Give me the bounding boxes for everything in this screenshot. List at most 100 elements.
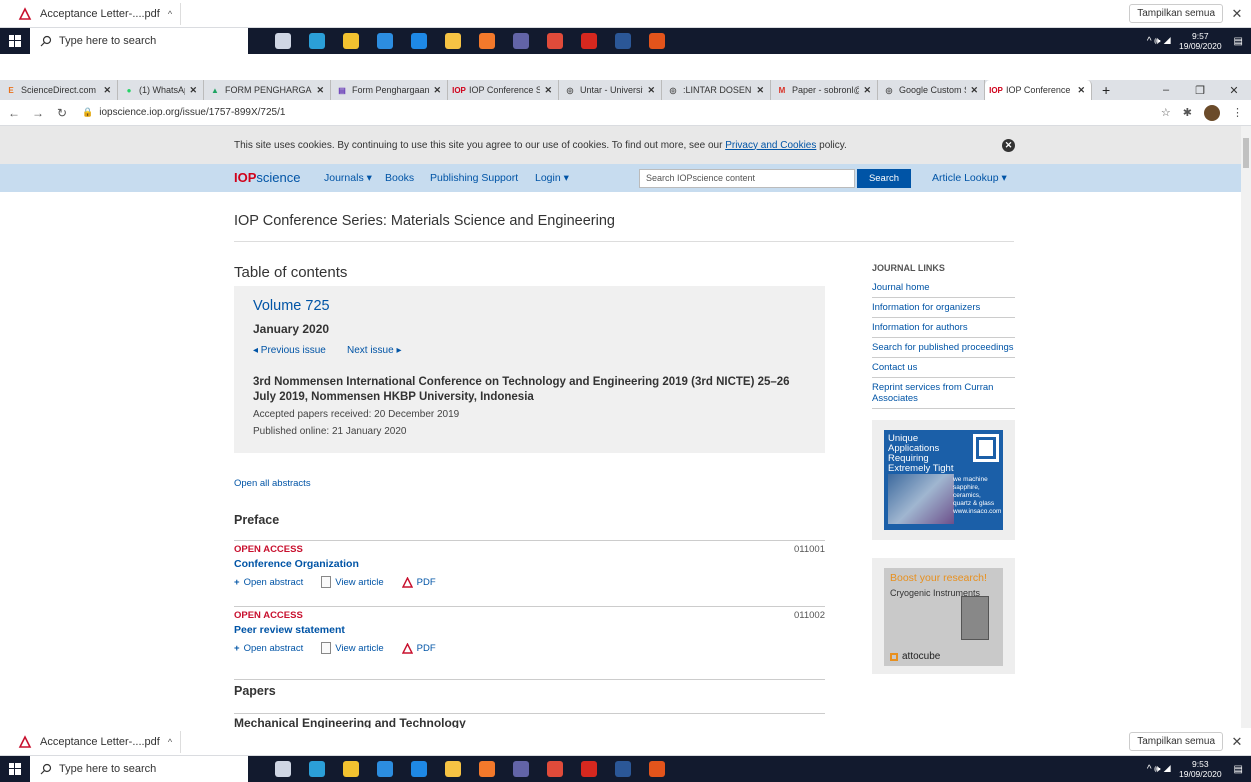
browser-tab[interactable]: IOPIOP Conference Se✕ — [448, 80, 559, 100]
close-tab-icon[interactable]: ✕ — [316, 85, 324, 96]
close-tab-icon[interactable]: ✕ — [863, 85, 871, 96]
firefox-icon[interactable] — [470, 28, 504, 54]
browser-tab[interactable]: ◎:LINTAR DOSEN: ✕ — [662, 80, 771, 100]
browser-tab[interactable]: M Paper - sobronl@f ✕ — [771, 80, 878, 100]
extensions-icon[interactable]: ✱ — [1183, 106, 1192, 119]
open-all-abstracts-link[interactable]: Open all abstracts — [234, 478, 311, 489]
restore-button[interactable]: ❐ — [1183, 84, 1217, 97]
scrollbar[interactable] — [1241, 126, 1251, 728]
taskbar-search-input[interactable]: Type here to search — [30, 756, 248, 782]
new-tab-button[interactable]: + — [1092, 80, 1120, 100]
windows-start-icon[interactable] — [0, 28, 30, 54]
task-view-icon[interactable] — [266, 28, 300, 54]
taskbar-search-input[interactable]: Type here to search — [30, 28, 248, 54]
close-window-button[interactable]: ✕ — [1217, 84, 1251, 97]
browser-tab[interactable]: ▤ Form Penghargaan ✕ — [331, 80, 448, 100]
nav-journals[interactable]: Journals ▾ — [324, 172, 372, 184]
close-icon[interactable]: ✕ — [1223, 734, 1251, 750]
chevron-up-icon[interactable]: ^ — [168, 9, 172, 19]
windows-start-icon[interactable] — [0, 756, 30, 782]
files-icon[interactable] — [436, 28, 470, 54]
sidebar-link[interactable]: Reprint services from Curran Associates — [872, 378, 1015, 409]
browser-tab[interactable]: ●(1) WhatsApp✕ — [118, 80, 204, 100]
bookmark-star-icon[interactable]: ☆ — [1161, 106, 1171, 119]
open-abstract-button[interactable]: + Open abstract — [234, 643, 303, 654]
avatar[interactable] — [1204, 104, 1220, 121]
sidebar-link[interactable]: Information for authors — [872, 318, 1015, 338]
store-icon[interactable] — [334, 28, 368, 54]
download-item[interactable]: Acceptance Letter-....pdf ^ — [10, 2, 182, 25]
sidebar-link[interactable]: Information for organizers — [872, 298, 1015, 318]
nav-publishing-support[interactable]: Publishing Support — [430, 172, 518, 184]
clock[interactable]: 9:53 19/09/2020 — [1179, 759, 1222, 779]
chrome-icon[interactable] — [538, 756, 572, 782]
view-article-button[interactable]: View article — [321, 642, 384, 654]
teams-icon[interactable] — [504, 756, 538, 782]
privacy-link[interactable]: Privacy and Cookies — [725, 140, 816, 151]
journal-title[interactable]: IOP Conference Series: Materials Science… — [234, 213, 615, 229]
search-button[interactable]: Search — [857, 169, 911, 188]
mail-icon[interactable] — [402, 28, 436, 54]
chevron-up-icon[interactable]: ^ — [168, 737, 172, 747]
pdf-button[interactable]: PDF — [401, 576, 436, 588]
firefox-icon[interactable] — [470, 756, 504, 782]
nav-login[interactable]: Login ▾ — [535, 172, 569, 184]
close-tab-icon[interactable]: ✕ — [433, 85, 441, 96]
sidebar-link[interactable]: Contact us — [872, 358, 1015, 378]
close-tab-icon[interactable]: ✕ — [544, 85, 552, 96]
close-tab-icon[interactable]: ✕ — [189, 85, 197, 96]
article-title-link[interactable]: Conference Organization — [234, 558, 359, 570]
nav-books[interactable]: Books — [385, 172, 414, 184]
store-icon[interactable] — [334, 756, 368, 782]
iopscience-logo[interactable]: IOPscience — [234, 170, 300, 185]
volume-link[interactable]: Volume 725 — [253, 298, 330, 314]
back-icon[interactable]: ← — [4, 106, 24, 120]
show-all-button[interactable]: Tampilkan semua — [1129, 732, 1223, 751]
view-article-button[interactable]: View article — [321, 576, 384, 588]
forward-icon[interactable]: → — [28, 106, 48, 120]
mail-icon[interactable] — [402, 756, 436, 782]
browser-tab[interactable]: ▲ FORM PENGHARGA ✕ — [204, 80, 331, 100]
notifications-icon[interactable]: ▤ — [1234, 36, 1243, 47]
teams-icon[interactable] — [504, 28, 538, 54]
edge-icon[interactable] — [300, 756, 334, 782]
browser-tab[interactable]: ◎Untar - Universitas✕ — [559, 80, 662, 100]
sidebar-link[interactable]: Search for published proceedings — [872, 338, 1015, 358]
open-abstract-button[interactable]: + Open abstract — [234, 577, 303, 588]
pdf-button[interactable]: PDF — [401, 642, 436, 654]
download-item[interactable]: Acceptance Letter-....pdf ^ — [10, 730, 182, 753]
close-icon[interactable]: ✕ — [1223, 6, 1251, 22]
word-icon[interactable] — [606, 28, 640, 54]
menu-icon[interactable]: ⋮ — [1232, 106, 1243, 119]
advertisement-attocube[interactable]: Boost your research! Cryogenic Instrumen… — [872, 558, 1015, 674]
tray-icons[interactable]: ^ 🕪 ◢ — [1147, 764, 1171, 775]
edge-icon[interactable] — [300, 28, 334, 54]
acrobat-icon[interactable] — [572, 756, 606, 782]
word-icon[interactable] — [606, 756, 640, 782]
notifications-icon[interactable]: ▤ — [1234, 764, 1243, 775]
browser-tab[interactable]: IOPIOP Conference Se✕ — [985, 80, 1092, 100]
close-tab-icon[interactable]: ✕ — [970, 85, 978, 96]
reload-icon[interactable]: ↻ — [52, 106, 72, 120]
close-tab-icon[interactable]: ✕ — [1077, 85, 1085, 96]
clock[interactable]: 9:57 19/09/2020 — [1179, 31, 1222, 51]
chrome-icon[interactable] — [538, 28, 572, 54]
minimize-button[interactable]: – — [1149, 84, 1183, 96]
show-all-button[interactable]: Tampilkan semua — [1129, 4, 1223, 23]
close-tab-icon[interactable]: ✕ — [756, 85, 764, 96]
next-issue-link[interactable]: Next issue ▸ — [347, 345, 401, 356]
nav-article-lookup[interactable]: Article Lookup ▾ — [932, 172, 1007, 184]
sidebar-link[interactable]: Journal home — [872, 278, 1015, 298]
office-icon[interactable] — [640, 28, 674, 54]
acrobat-icon[interactable] — [572, 28, 606, 54]
task-view-icon[interactable] — [266, 756, 300, 782]
close-tab-icon[interactable]: ✕ — [103, 85, 111, 96]
cookie-close-icon[interactable]: ✕ — [1002, 138, 1015, 152]
advertisement-insaco[interactable]: Unique Applications Requiring Extremely … — [872, 420, 1015, 540]
l-app-icon[interactable] — [368, 756, 402, 782]
l-app-icon[interactable] — [368, 28, 402, 54]
browser-tab[interactable]: ◎Google Custom Se✕ — [878, 80, 985, 100]
close-tab-icon[interactable]: ✕ — [647, 85, 655, 96]
files-icon[interactable] — [436, 756, 470, 782]
tray-icons[interactable]: ^ 🕪 ◢ — [1147, 36, 1171, 47]
